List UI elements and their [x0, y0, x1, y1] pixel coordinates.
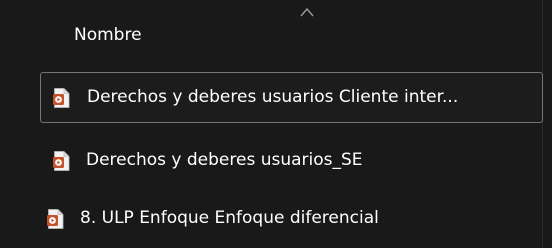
column-header: Nombre — [0, 0, 552, 60]
column-header-name[interactable]: Nombre — [74, 24, 142, 46]
file-explorer-list: Nombre Derechos y deberes usuarios Clien… — [0, 0, 552, 248]
video-file-icon — [53, 151, 70, 171]
file-row[interactable]: Derechos y deberes usuarios Cliente inte… — [40, 72, 543, 123]
file-row[interactable]: 8. ULP Enfoque Enfoque diferencial — [0, 193, 543, 243]
file-row[interactable]: Derechos y deberes usuarios_SE — [40, 134, 543, 184]
file-name: Derechos y deberes usuarios_SE — [86, 150, 363, 170]
chevron-up-icon[interactable] — [298, 6, 316, 18]
video-file-icon — [53, 88, 70, 108]
file-name: Derechos y deberes usuarios Cliente inte… — [87, 87, 459, 107]
file-name: 8. ULP Enfoque Enfoque diferencial — [80, 208, 379, 228]
video-file-icon — [47, 209, 64, 229]
